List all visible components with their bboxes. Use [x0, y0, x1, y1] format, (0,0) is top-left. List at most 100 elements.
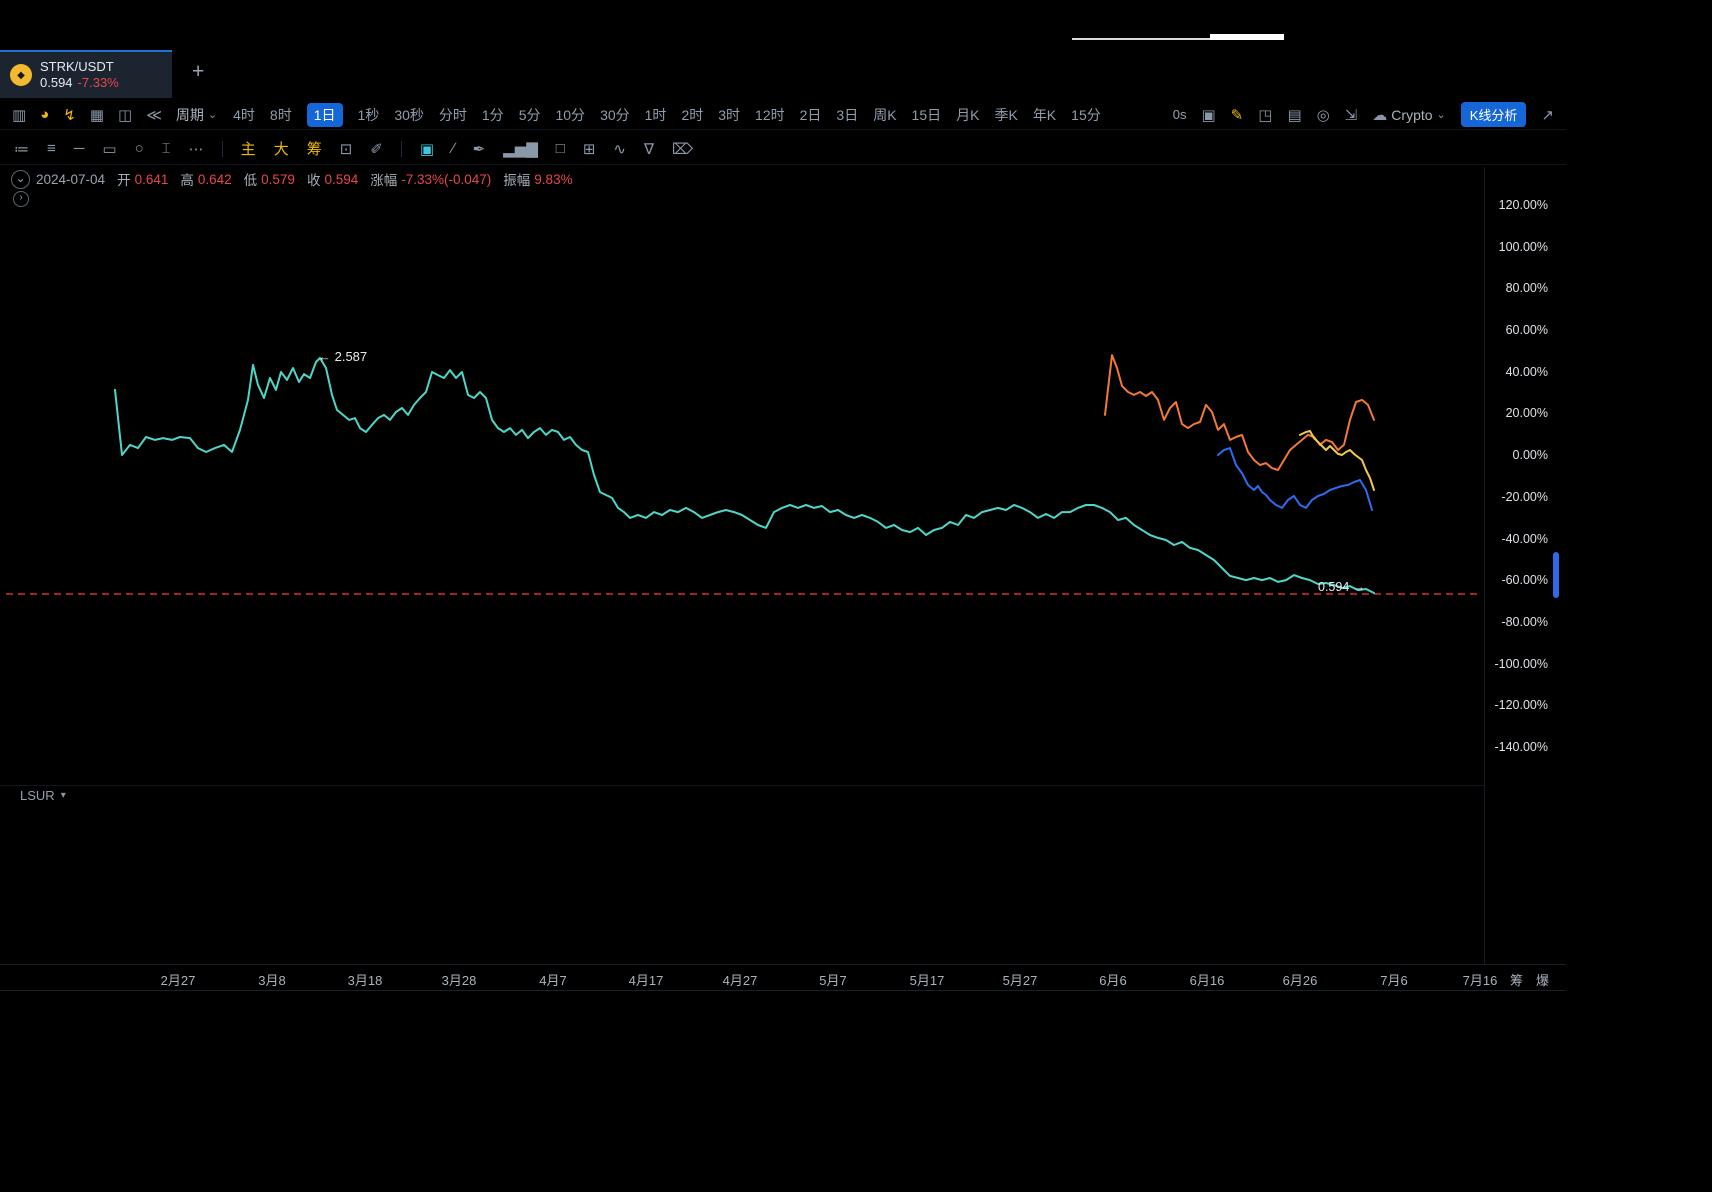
- form-tool-icon[interactable]: ⊞: [583, 140, 596, 158]
- period-button-14[interactable]: 12时: [755, 103, 785, 127]
- x-axis: 2月273月83月183月284月74月174月275月75月175月276月6…: [0, 966, 1566, 990]
- period-button-15[interactable]: 2日: [800, 103, 822, 127]
- period-button-11[interactable]: 1时: [645, 103, 667, 127]
- amplitude-label: 振幅: [503, 169, 530, 189]
- tab-bar: ◆ STRK/USDT 0.594-7.33% +: [0, 50, 1566, 98]
- x-axis-label: 4月17: [629, 970, 664, 989]
- period-button-17[interactable]: 周K: [873, 103, 896, 127]
- x-axis-label: 3月18: [348, 970, 383, 989]
- period-button-4[interactable]: 1秒: [358, 103, 380, 127]
- ohlc-info-bar: 2024-07-04 开 0.641 高 0.642 低 0.579 收 0.5…: [36, 170, 573, 188]
- new-tab-button[interactable]: +: [192, 60, 204, 84]
- x-axis-label: 6月16: [1190, 970, 1225, 989]
- period-button-18[interactable]: 15日: [912, 103, 942, 127]
- axis-separator: [1484, 167, 1485, 964]
- filter-tool-icon[interactable]: ∇: [644, 140, 654, 158]
- share-icon[interactable]: ↗: [1541, 106, 1554, 124]
- period-button-13[interactable]: 3时: [718, 103, 740, 127]
- period-button-22[interactable]: 15分: [1071, 103, 1101, 127]
- x-axis-label: 4月27: [723, 970, 758, 989]
- box-tool-icon[interactable]: □: [556, 140, 565, 157]
- indicator-name: LSUR: [20, 788, 55, 803]
- flash-icon[interactable]: ↯: [63, 106, 76, 124]
- expand-panel-icon[interactable]: ›: [13, 191, 29, 207]
- period-button-2[interactable]: 8时: [270, 103, 292, 127]
- rectangle-tool-icon[interactable]: ▭: [102, 140, 116, 158]
- toolbar-divider: [401, 141, 402, 157]
- collapse-info-icon[interactable]: ⌄: [11, 170, 30, 189]
- binance-coin-icon: ◆: [10, 64, 32, 86]
- period-button-19[interactable]: 月K: [956, 103, 979, 127]
- edit-note-icon[interactable]: ⊡: [340, 140, 353, 158]
- cursor-tool-icon[interactable]: ⌶: [162, 140, 171, 157]
- chevron-down-icon: ⌄: [208, 108, 217, 121]
- last-price-label: 0.594 →: [1318, 580, 1365, 594]
- indicator-sliders-icon[interactable]: ≔: [14, 140, 29, 158]
- period-button-12[interactable]: 2时: [681, 103, 703, 127]
- copy-select-tool-icon[interactable]: ▣: [420, 140, 434, 158]
- period-button-group: 4时 8时 1日 1秒 30秒分时 1分 5分 10分 30分 1时 2时 3时 12时 2日 3日周K 15…: [233, 103, 1101, 127]
- period-button-6[interactable]: 分时: [439, 103, 467, 127]
- cloud-icon: ☁: [1372, 106, 1387, 124]
- period-button-3[interactable]: 1日: [307, 103, 343, 127]
- indicator-selector[interactable]: LSUR ▾: [20, 788, 66, 803]
- drawing-toolbar: ≔ ≡ ─ ▭ ○ ⌶ ⋯ 主 大 筹 ⊡ ✐ ▣ ∕ ✒ ▂▅▇ □ ⊞ ∿ …: [0, 133, 1566, 165]
- x-axis-label: 4月7: [539, 970, 566, 989]
- y-axis-label: 100.00%: [1486, 240, 1548, 255]
- y-axis-label: -60.00%: [1486, 573, 1548, 588]
- pen-tool-icon[interactable]: ✒: [473, 140, 486, 158]
- y-axis-label: 0.00%: [1486, 448, 1548, 463]
- y-axis-label: 60.00%: [1486, 323, 1548, 338]
- subpanel-divider: [0, 785, 1484, 786]
- period-button-1[interactable]: 4时: [233, 103, 255, 127]
- panels-icon[interactable]: ◳: [1258, 106, 1272, 124]
- axis-corner-button[interactable]: 爆: [1536, 970, 1549, 989]
- period-menu[interactable]: 周期 ⌄: [176, 105, 217, 125]
- period-button-8[interactable]: 5分: [519, 103, 541, 127]
- trash-tool-icon[interactable]: ⌦: [672, 140, 693, 158]
- more-tools-icon[interactable]: ⋯: [189, 140, 204, 158]
- peak-annotation: ← 2.587: [318, 349, 367, 364]
- change-value: -7.33%(-0.047): [401, 172, 491, 187]
- chips-toggle[interactable]: 筹: [307, 138, 322, 159]
- y-axis-label: 40.00%: [1486, 365, 1548, 380]
- timer-label: 0s: [1173, 107, 1187, 122]
- y-axis-label: 80.00%: [1486, 281, 1548, 296]
- period-button-21[interactable]: 年K: [1033, 103, 1056, 127]
- target-icon[interactable]: ◎: [1317, 106, 1330, 124]
- kline-analysis-button[interactable]: K线分析: [1461, 102, 1527, 127]
- wave-tool-icon[interactable]: ∿: [613, 140, 626, 158]
- large-view-toggle[interactable]: 大: [274, 138, 289, 159]
- period-button-10[interactable]: 30分: [600, 103, 630, 127]
- x-axis-label: 3月28: [442, 970, 477, 989]
- camera-icon[interactable]: ▣: [1201, 106, 1215, 124]
- change-label: 涨幅: [370, 169, 397, 189]
- kline-chart-icon[interactable]: ▥: [12, 106, 26, 124]
- ruler-tool-icon[interactable]: ∕: [452, 140, 455, 157]
- volume-profile-icon[interactable]: ▂▅▇: [503, 140, 538, 158]
- axis-corner-button[interactable]: 筹: [1510, 970, 1523, 989]
- brush-icon[interactable]: ✐: [370, 140, 383, 158]
- horizontal-line-tool-icon[interactable]: ─: [74, 140, 85, 157]
- circle-tool-icon[interactable]: ○: [135, 140, 144, 157]
- chevron-down-icon: ⌄: [1437, 108, 1446, 121]
- pencil-icon[interactable]: ✎: [1231, 106, 1244, 124]
- symbol-tab[interactable]: ◆ STRK/USDT 0.594-7.33%: [0, 50, 172, 98]
- high-value: 0.642: [198, 172, 232, 187]
- period-button-16[interactable]: 3日: [836, 103, 858, 127]
- period-button-7[interactable]: 1分: [482, 103, 504, 127]
- layout-icon[interactable]: ◫: [118, 106, 132, 124]
- period-button-9[interactable]: 10分: [555, 103, 585, 127]
- fullscreen-icon[interactable]: ⇲: [1345, 106, 1358, 124]
- main-chart-toggle[interactable]: 主: [241, 138, 256, 159]
- low-label: 低: [244, 169, 258, 189]
- calendar-icon[interactable]: ▦: [90, 106, 104, 124]
- scrollbar-thumb[interactable]: [1553, 552, 1559, 598]
- list-menu-icon[interactable]: ≡: [47, 140, 56, 157]
- gauge-icon[interactable]: ◕: [40, 106, 49, 123]
- crypto-menu[interactable]: ☁ Crypto ⌄: [1372, 106, 1445, 124]
- period-button-5[interactable]: 30秒: [394, 103, 424, 127]
- rewind-icon[interactable]: ≪: [146, 106, 162, 124]
- image-icon[interactable]: ▤: [1287, 106, 1301, 124]
- period-button-20[interactable]: 季K: [994, 103, 1017, 127]
